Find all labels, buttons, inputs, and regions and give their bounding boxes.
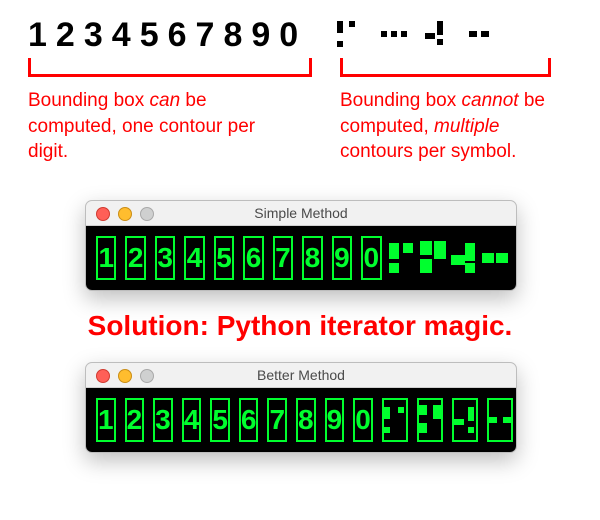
cell-digit: 5: [214, 236, 234, 280]
bracket-right: [340, 58, 551, 77]
cell-digit: 9: [325, 398, 345, 442]
fragment-symbol-2: [381, 19, 403, 51]
traffic-lights: [96, 369, 154, 383]
minimize-icon[interactable]: [118, 207, 132, 221]
cell-fragment: [484, 238, 506, 278]
cell-fragment: [453, 238, 475, 278]
caption-left: Bounding box can be computed, one contou…: [28, 88, 288, 165]
content-simple: 1 2 3 4 5 6 7 8 9 0: [86, 226, 516, 290]
solution-headline: Solution: Python iterator magic.: [0, 310, 600, 342]
close-icon[interactable]: [96, 369, 110, 383]
cell-digit: 3: [153, 398, 173, 442]
fragment-symbol-4: [469, 19, 491, 51]
bracket-left: [28, 58, 312, 77]
cell-digit: 1: [96, 236, 116, 280]
digit-0: 0: [279, 18, 299, 52]
caption-right: Bounding box cannot be computed, multipl…: [340, 88, 575, 165]
close-icon[interactable]: [96, 207, 110, 221]
cell-digit: 4: [184, 236, 204, 280]
cell-digit: 5: [210, 398, 230, 442]
digit-4: 4: [112, 18, 132, 52]
zoom-icon[interactable]: [140, 369, 154, 383]
cell-digit: 2: [125, 398, 145, 442]
fragment-symbol-1: [337, 19, 359, 51]
cell-digit: 3: [155, 236, 175, 280]
digit-6: 6: [168, 18, 188, 52]
cell-fragment: [417, 398, 443, 442]
digit-5: 5: [140, 18, 160, 52]
minimize-icon[interactable]: [118, 369, 132, 383]
cell-digit: 0: [361, 236, 381, 280]
cell-fragment: [422, 238, 444, 278]
cell-digit: 8: [296, 398, 316, 442]
cell-digit: 6: [243, 236, 263, 280]
cell-digit: 6: [239, 398, 259, 442]
titlebar-better: Better Method: [86, 363, 516, 388]
multi-contour-symbols: [337, 19, 491, 51]
cell-digit: 7: [267, 398, 287, 442]
digit-1: 1: [28, 18, 48, 52]
cell-digit: 2: [125, 236, 145, 280]
digit-2: 2: [56, 18, 76, 52]
cell-digit: 7: [273, 236, 293, 280]
cell-digit: 4: [182, 398, 202, 442]
top-example-row: 1 2 3 4 5 6 7 8 9 0: [28, 18, 572, 52]
cell-fragment: [487, 398, 513, 442]
fragment-symbol-3: [425, 19, 447, 51]
cell-digit: 8: [302, 236, 322, 280]
digit-9: 9: [251, 18, 271, 52]
cell-fragment: [452, 398, 478, 442]
digit-3: 3: [84, 18, 104, 52]
window-simple-method: Simple Method 1 2 3 4 5 6 7 8 9 0: [85, 200, 517, 291]
cell-fragment: [382, 398, 408, 442]
single-contour-digits: 1 2 3 4 5 6 7 8 9 0: [28, 18, 299, 52]
zoom-icon[interactable]: [140, 207, 154, 221]
digit-7: 7: [196, 18, 216, 52]
cell-fragment: [391, 238, 413, 278]
content-better: 1 2 3 4 5 6 7 8 9 0: [86, 388, 516, 452]
traffic-lights: [96, 207, 154, 221]
cell-digit: 9: [332, 236, 352, 280]
cell-digit: 1: [96, 398, 116, 442]
cell-digit: 0: [353, 398, 373, 442]
page-root: 1 2 3 4 5 6 7 8 9 0: [0, 0, 600, 520]
digit-8: 8: [223, 18, 243, 52]
titlebar-simple: Simple Method: [86, 201, 516, 226]
window-better-method: Better Method 1 2 3 4 5 6 7 8 9 0: [85, 362, 517, 453]
